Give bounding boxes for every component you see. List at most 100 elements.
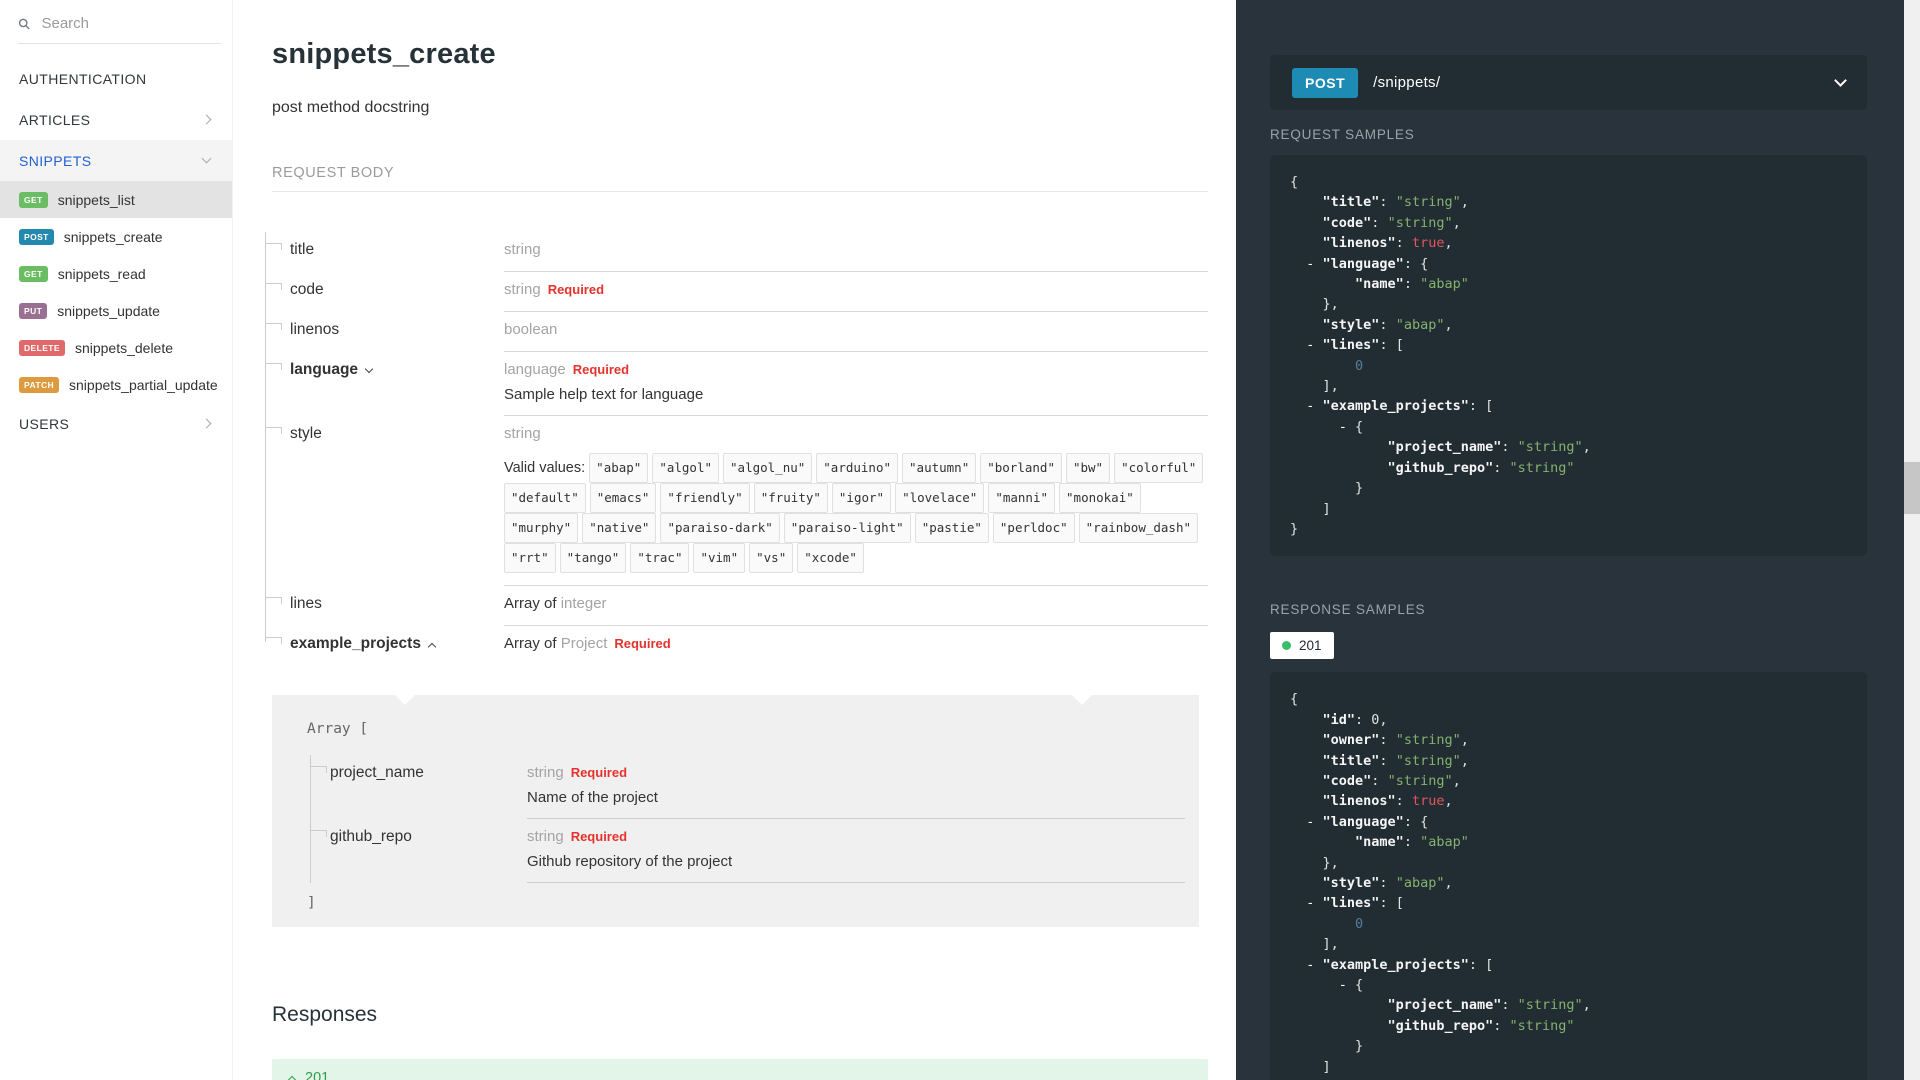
sidebar-section-label: USERS: [19, 415, 70, 432]
field-type-line: string: [504, 425, 1208, 443]
sidebar-item-snippets_list[interactable]: GET snippets_list: [0, 181, 232, 218]
required-badge: Required: [570, 829, 628, 844]
field-name-label: github_repo: [330, 828, 412, 845]
response-201-bar[interactable]: 201: [272, 1059, 1208, 1080]
code-line: "linenos": true,: [1322, 235, 1453, 252]
field-row-code: code string Required: [265, 272, 1208, 312]
chevron-down-icon: [1834, 73, 1847, 87]
code-line: - "language": {: [1306, 255, 1429, 272]
valid-value-chip: "murphy": [504, 513, 579, 543]
code-line: },: [1290, 296, 1339, 313]
request-body-fields: title string code string Required linenos bool…: [265, 232, 1208, 665]
responses-heading: Responses: [272, 1003, 378, 1026]
valid-value-chip: "rrt": [504, 543, 556, 573]
valid-value-chip: "paraiso-dark": [660, 513, 780, 543]
valid-values: Valid values: "abap" "algol" "algol_nu" "ar…: [504, 453, 1208, 573]
valid-value-chip: "tango": [559, 543, 627, 573]
sidebar-item-snippets_create[interactable]: POST snippets_create: [0, 218, 232, 255]
field-type-line: string Required: [504, 281, 1208, 299]
array-close-bracket: ]: [307, 895, 316, 911]
field-type: string: [527, 764, 564, 781]
valid-value-chip: "lovelace": [895, 483, 985, 513]
sidebar-section-snippets[interactable]: SNIPPETS: [0, 140, 232, 181]
valid-value-chip: "bw": [1065, 453, 1111, 483]
field-name-language[interactable]: language: [290, 352, 504, 416]
field-name-label: example_projects: [290, 635, 421, 652]
code-line: - "example_projects": [: [1306, 956, 1494, 973]
field-row-title: title string: [265, 232, 1208, 272]
code-line: - "language": {: [1306, 813, 1429, 830]
code-line: }: [1290, 520, 1299, 537]
search-box[interactable]: [18, 14, 221, 44]
page-scrollbar-thumb[interactable]: [1904, 462, 1920, 514]
code-line: - {: [1338, 418, 1364, 435]
valid-value-chip: "vim": [693, 543, 746, 573]
field-name-title: title: [290, 232, 504, 272]
valid-value-chip: "autumn": [902, 453, 977, 483]
code-line: "style": "abap",: [1322, 316, 1453, 333]
sidebar-item-label: snippets_create: [63, 228, 163, 245]
field-name-example_projects[interactable]: example_projects: [290, 626, 504, 665]
endpoint-dropdown[interactable]: POST /snippets/: [1270, 55, 1867, 110]
valid-value-chip: "pastie": [914, 513, 989, 543]
field-name-linenos: linenos: [290, 312, 504, 352]
field-help-text: Name of the project: [527, 789, 658, 806]
valid-value-chip: "native": [582, 513, 657, 543]
response-sample-tab-201[interactable]: 201: [1270, 632, 1334, 660]
field-type: integer: [560, 595, 607, 612]
code-line: ],: [1290, 936, 1339, 953]
sidebar-section-authentication[interactable]: AUTHENTICATION: [0, 58, 232, 99]
field-type-line: string Required: [527, 828, 1185, 846]
sidebar-item-snippets_partial_update[interactable]: PATCH snippets_partial_update: [0, 366, 232, 403]
code-line: "style": "abap",: [1322, 874, 1453, 891]
sidebar-item-snippets_update[interactable]: PUT snippets_update: [0, 292, 232, 329]
chevron-up-icon: [287, 1075, 297, 1080]
chevron-down-icon: [364, 364, 374, 374]
sidebar-section-users[interactable]: USERS: [0, 403, 232, 444]
field-type-line: Array of Project Required: [504, 635, 1208, 653]
valid-value-chip: "rainbow_dash": [1078, 513, 1198, 543]
field-type-line: Array of integer: [504, 595, 1208, 613]
field-type: string: [504, 425, 541, 442]
field-type-line: string Required: [527, 764, 1185, 782]
field-type: language: [504, 361, 566, 378]
valid-value-chip: "igor": [831, 483, 892, 513]
code-line: "id": 0,: [1322, 711, 1388, 728]
page-scrollbar-track[interactable]: [1904, 0, 1920, 1080]
sidebar-item-snippets_read[interactable]: GET snippets_read: [0, 255, 232, 292]
code-line: ]: [1290, 1058, 1331, 1075]
code-line: 0: [1355, 915, 1364, 932]
code-line: - {: [1338, 977, 1364, 993]
field-row-project_name: project_name string Required Name of the pr…: [310, 755, 1185, 819]
field-name-code: code: [290, 272, 504, 312]
required-badge: Required: [572, 362, 630, 377]
response-status-code: 201: [305, 1070, 330, 1080]
code-line: "code": "string",: [1322, 214, 1461, 231]
sidebar-item-snippets_delete[interactable]: DELETE snippets_delete: [0, 329, 232, 366]
field-name-label: linenos: [290, 321, 340, 338]
code-line: "code": "string",: [1322, 772, 1461, 789]
field-type: string: [504, 281, 541, 298]
field-name-label: style: [290, 425, 322, 442]
code-line: "github_repo": "string": [1387, 459, 1575, 476]
response-sample-code: { "id": 0, "owner": "string", "title": "…: [1270, 672, 1867, 1080]
code-line: - "lines": [: [1306, 337, 1404, 354]
operation-description: post method docstring: [272, 99, 430, 116]
chevron-up-icon: [427, 642, 437, 652]
valid-value-chip: "borland": [980, 453, 1062, 483]
sidebar-nav: AUTHENTICATION ARTICLES SNIPPETS GET snippet…: [0, 58, 232, 444]
code-line: }: [1290, 1038, 1364, 1055]
sidebar-section-articles[interactable]: ARTICLES: [0, 99, 232, 140]
sidebar-section-label: ARTICLES: [19, 111, 91, 128]
field-info: Array of Project Required: [504, 626, 1208, 665]
sidebar-item-label: snippets_update: [57, 302, 160, 319]
chevron-right-icon: [201, 114, 212, 125]
search-input[interactable]: [39, 14, 221, 33]
chevron-right-icon: [201, 418, 212, 429]
code-line: "project_name": "string",: [1387, 439, 1591, 456]
field-name-style: style: [290, 416, 504, 586]
field-info: string: [504, 232, 1208, 272]
field-info: Array of integer: [504, 586, 1208, 626]
field-name-github_repo: github_repo: [330, 819, 527, 883]
field-name-project_name: project_name: [330, 755, 527, 819]
